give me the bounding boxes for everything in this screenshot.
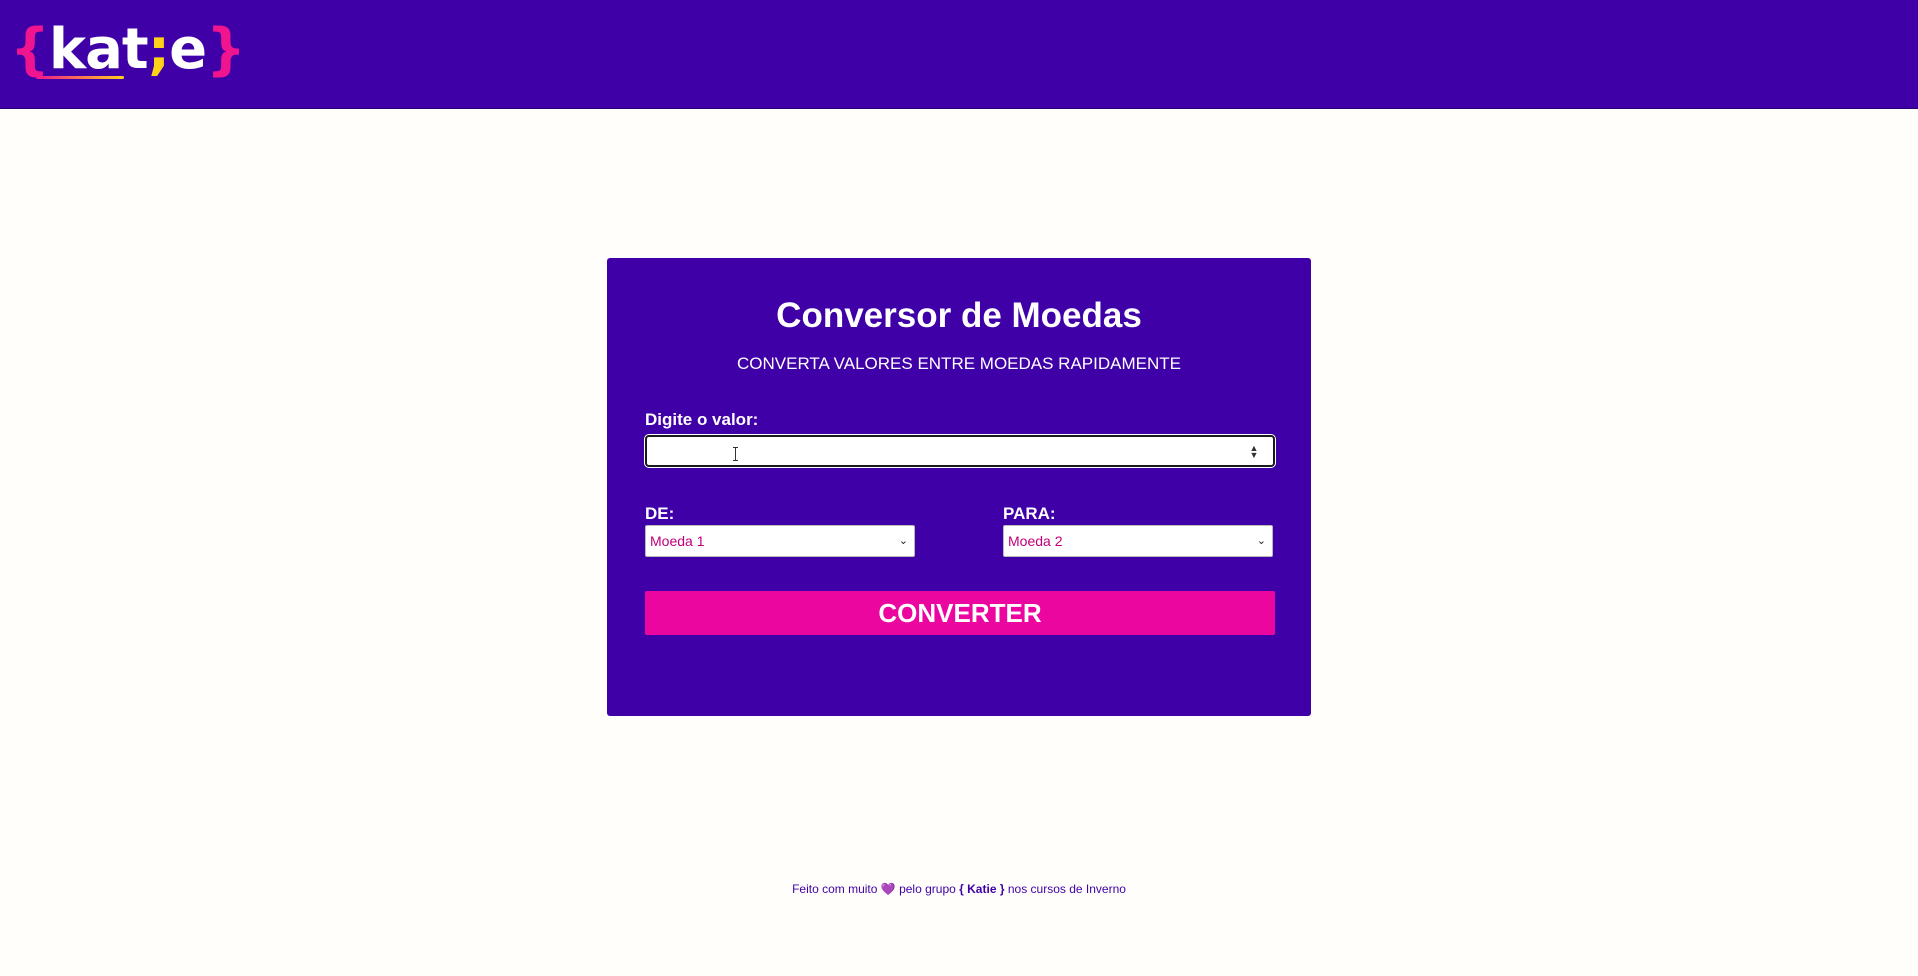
to-currency-value: Moeda 2 <box>1008 533 1063 549</box>
footer: Feito com muito 💜 pelo grupo { Katie } n… <box>0 882 1918 896</box>
converter-card: Conversor de Moedas CONVERTA VALORES ENT… <box>607 258 1311 716</box>
value-label: Digite o valor: <box>645 410 759 429</box>
top-navbar: {kat; e} <box>0 0 1918 109</box>
logo-semicolon: ; <box>147 17 170 82</box>
footer-text-1: Feito com muito <box>792 882 878 896</box>
page-title: Conversor de Moedas <box>776 296 1142 335</box>
logo-open-brace: { <box>10 17 50 82</box>
to-currency-select[interactable]: Moeda 2 ⌄ <box>1003 525 1273 557</box>
text-cursor-icon <box>733 447 738 461</box>
from-currency-value: Moeda 1 <box>650 533 705 549</box>
chevron-down-icon: ⌄ <box>898 535 908 547</box>
from-currency-select[interactable]: Moeda 1 ⌄ <box>645 525 915 557</box>
heart-icon: 💜 <box>880 882 896 896</box>
to-label: PARA: <box>1003 504 1056 523</box>
convert-button[interactable]: CONVERTER <box>645 591 1275 635</box>
from-label: DE: <box>645 504 675 523</box>
logo-underline <box>36 76 124 79</box>
page-subtitle: CONVERTA VALORES ENTRE MOEDAS RAPIDAMENT… <box>737 354 1181 373</box>
number-spinner-icon[interactable]: ▲ ▼ <box>1249 444 1259 460</box>
logo-text-e: e <box>169 17 207 82</box>
logo-text-kat: kat <box>48 17 149 82</box>
chevron-down-icon: ⌄ <box>1256 535 1266 547</box>
footer-text-3: nos cursos de Inverno <box>1007 882 1126 896</box>
logo-close-brace: } <box>206 17 246 82</box>
value-input[interactable]: ▲ ▼ <box>645 435 1275 467</box>
footer-text-2: pelo grupo <box>899 882 956 896</box>
katie-logo[interactable]: {kat; e} <box>10 17 246 82</box>
footer-group-name: { Katie } <box>959 882 1005 896</box>
